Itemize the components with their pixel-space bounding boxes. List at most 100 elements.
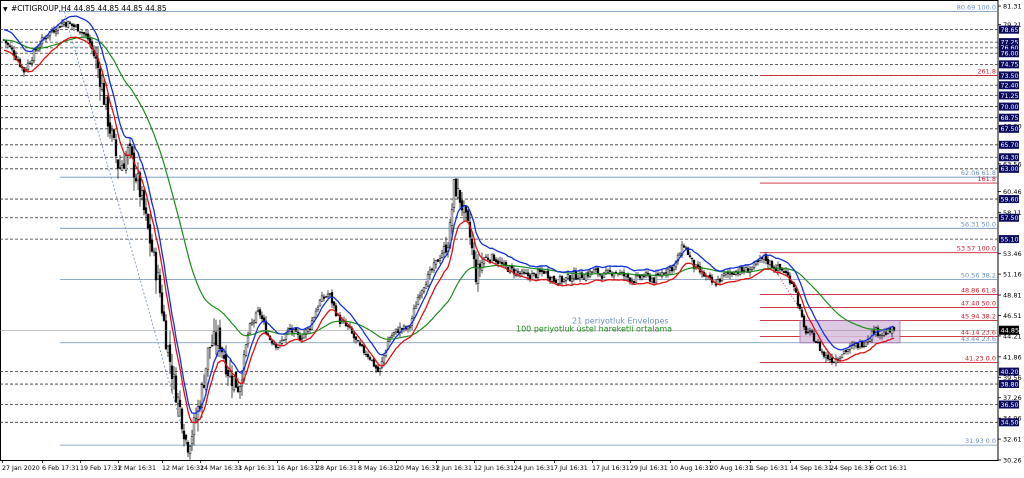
candle-body xyxy=(10,47,14,50)
candle-body xyxy=(842,350,846,354)
candle-body xyxy=(450,209,454,227)
candle-body xyxy=(110,129,114,137)
candle-body xyxy=(122,163,126,169)
fib-level-label: 41.23 0.0 xyxy=(965,354,996,362)
y-level-badge-label: 76.00 xyxy=(1001,51,1019,58)
y-level-badge-label: 73.50 xyxy=(1001,73,1019,80)
x-tick-label: 3 Apr 16:31 xyxy=(238,465,275,472)
candle-body xyxy=(364,353,368,355)
candle-body xyxy=(430,268,434,271)
candle-body xyxy=(820,351,824,353)
price-chart[interactable]: 80.69 100.0261.862.06 61.8161.856.31 50.… xyxy=(0,0,1024,474)
candle-body xyxy=(280,340,284,344)
candle-body xyxy=(500,262,504,264)
candle-body xyxy=(806,331,810,333)
candle-body xyxy=(534,273,538,278)
candle-body xyxy=(32,49,36,62)
candle-body xyxy=(814,341,818,343)
candle-body xyxy=(696,264,700,267)
candle-body xyxy=(562,278,566,282)
x-tick-label: 2 Mar 16:31 xyxy=(118,465,156,472)
candle-body xyxy=(668,267,672,271)
y-level-badge-label: 64.30 xyxy=(1001,155,1019,162)
candle-body xyxy=(878,334,882,336)
candle-body xyxy=(666,268,670,275)
candle-body xyxy=(184,434,188,440)
candle-body xyxy=(100,83,104,90)
candle-body xyxy=(624,273,628,277)
x-tick-label: 8 May 16:31 xyxy=(358,465,397,472)
candle-body xyxy=(422,287,426,292)
candle-body xyxy=(156,272,160,280)
candle-body xyxy=(258,309,262,316)
candle-body xyxy=(150,239,154,252)
candle-body xyxy=(496,260,500,264)
x-tick-label: 24 Jun 16:31 xyxy=(514,465,554,472)
candle-body xyxy=(592,269,596,273)
candle-body xyxy=(256,310,260,312)
y-tick-label: 30.26 xyxy=(1003,457,1022,465)
candle-body xyxy=(382,355,386,363)
candle-body xyxy=(868,338,872,342)
candle-body xyxy=(54,31,58,34)
candle-body xyxy=(572,271,576,279)
candle-body xyxy=(26,62,30,71)
fib-level-label: 47.40 50.0 xyxy=(961,300,996,308)
candle-body xyxy=(808,330,812,332)
candle-body xyxy=(194,418,198,421)
candle-body xyxy=(6,43,10,45)
candle-body xyxy=(642,275,646,278)
y-level-badge-label: 59.60 xyxy=(1001,196,1019,203)
x-tick-label: 24 Sep 16:31 xyxy=(830,465,872,472)
candle-body xyxy=(62,21,66,25)
candle-body xyxy=(822,351,826,357)
candle-body xyxy=(838,358,842,361)
fib-level-label: 261.8 xyxy=(977,67,996,75)
fib-level-label: 50.56 38.2 xyxy=(961,271,996,279)
candle-body xyxy=(442,246,446,254)
candle-body xyxy=(546,270,550,279)
x-tick-label: 20 May 16:31 xyxy=(396,465,439,472)
candle-body xyxy=(38,44,42,48)
candle-body xyxy=(828,358,832,361)
candle-body xyxy=(144,207,148,214)
candle-body xyxy=(160,292,164,314)
candle-body xyxy=(252,320,256,324)
chart-window: 80.69 100.0 261.8 62.06 61.8 161.8 56.31 50.… xyxy=(0,0,1024,474)
fib-level-label: 43.44 23.6 xyxy=(961,335,996,343)
candle-body xyxy=(8,45,12,47)
candle-body xyxy=(770,260,774,268)
y-level-badge-label: 67.50 xyxy=(1001,126,1019,133)
candle-body xyxy=(432,262,436,271)
candle-body xyxy=(474,259,478,283)
candle-body xyxy=(178,399,182,408)
candle-body xyxy=(152,250,156,253)
candle-body xyxy=(322,296,326,299)
x-tick-label: 16 Apr 16:31 xyxy=(277,465,318,472)
candle-body xyxy=(68,22,72,24)
fib-level-label: 48.86 61.8 xyxy=(961,287,996,295)
candle-body xyxy=(86,33,90,40)
candle-body xyxy=(690,257,694,260)
candle-body xyxy=(476,263,480,284)
candle-body xyxy=(64,22,68,27)
x-tick-label: 12 Jun 16:31 xyxy=(474,465,514,472)
candle-body xyxy=(670,266,674,272)
candle-body xyxy=(204,367,208,390)
candle-body xyxy=(452,179,456,208)
x-tick-label: 7 Jul 16:31 xyxy=(554,465,588,472)
candle-body xyxy=(166,345,170,353)
candle-body xyxy=(60,22,64,27)
candle-body xyxy=(766,259,770,265)
y-tick-label: 60.46 xyxy=(1003,188,1022,196)
candle-body xyxy=(844,349,848,352)
y-tick-label: 41.86 xyxy=(1003,353,1022,361)
candle-body xyxy=(436,259,440,262)
candle-body xyxy=(550,277,554,282)
candle-body xyxy=(662,273,666,275)
candle-body xyxy=(492,254,496,262)
candle-body xyxy=(270,340,274,344)
candle-body xyxy=(768,260,772,265)
candle-body xyxy=(528,274,532,280)
candle-body xyxy=(752,262,756,269)
